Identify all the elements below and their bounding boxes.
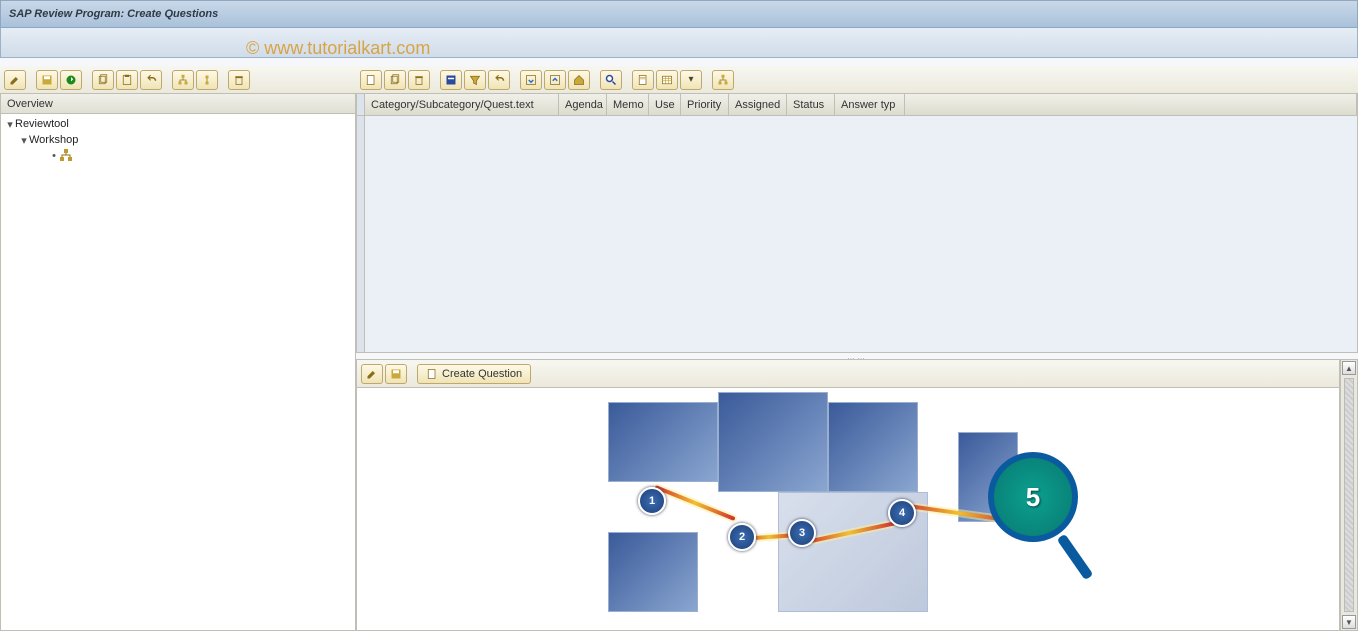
save-icon[interactable] (385, 364, 407, 384)
tree-pane: Overview ▾ Reviewtool ▾ Workshop • (0, 66, 356, 631)
save-icon[interactable] (36, 70, 58, 90)
node-5-label: 5 (1026, 482, 1040, 513)
detail-pane: ▾ Category/Subcategory/Quest.text Agenda… (356, 66, 1358, 631)
grid-header: Category/Subcategory/Quest.text Agenda M… (364, 94, 1358, 116)
window-title: SAP Review Program: Create Questions (0, 0, 1358, 28)
col-category[interactable]: Category/Subcategory/Quest.text (365, 94, 559, 115)
grid-row-header-col (356, 116, 364, 353)
copy-icon[interactable] (384, 70, 406, 90)
tree-toolbar (0, 66, 356, 94)
delete-icon[interactable] (228, 70, 250, 90)
chevron-down-icon[interactable]: ▾ (19, 134, 29, 147)
process-collage: 1 2 3 4 5 (608, 392, 1088, 622)
structure-icon[interactable] (712, 70, 734, 90)
tree-root-label: Reviewtool (15, 118, 69, 130)
title-text: SAP Review Program: Create Questions (9, 8, 218, 20)
new-doc-icon[interactable] (360, 70, 382, 90)
new-doc-icon (426, 368, 438, 380)
scroll-down-icon[interactable]: ▼ (1342, 615, 1356, 629)
refresh-icon[interactable] (60, 70, 82, 90)
process-node-4: 4 (888, 499, 916, 527)
chevron-down-icon[interactable]: ▾ (5, 118, 15, 131)
layout-grid-icon[interactable] (656, 70, 678, 90)
filter-icon[interactable] (440, 70, 462, 90)
vertical-scrollbar[interactable]: ▲ ▼ (1340, 359, 1358, 631)
undo-icon[interactable] (488, 70, 510, 90)
col-assigned[interactable]: Assigned (729, 94, 787, 115)
node-icon[interactable] (196, 70, 218, 90)
paste-icon[interactable] (116, 70, 138, 90)
tree-child-label: Workshop (29, 134, 78, 146)
col-use[interactable]: Use (649, 94, 681, 115)
hierarchy-icon[interactable] (172, 70, 194, 90)
layout-more-icon[interactable]: ▾ (680, 70, 702, 90)
path-segment (803, 521, 896, 544)
tree-header[interactable]: Overview (0, 94, 356, 114)
undo-icon[interactable] (140, 70, 162, 90)
create-question-button[interactable]: Create Question (417, 364, 531, 384)
edit-icon[interactable] (361, 364, 383, 384)
process-node-1: 1 (638, 487, 666, 515)
col-memo[interactable]: Memo (607, 94, 649, 115)
scroll-track[interactable] (1344, 378, 1354, 612)
col-status[interactable]: Status (787, 94, 835, 115)
lower-toolbar: Create Question (357, 360, 1339, 388)
create-question-label: Create Question (442, 368, 522, 380)
watermark: © www.tutorialkart.com (246, 38, 430, 59)
expand-icon[interactable] (520, 70, 542, 90)
photo-tile (608, 402, 718, 482)
tree-root[interactable]: ▾ Reviewtool (5, 116, 351, 132)
find-icon[interactable] (600, 70, 622, 90)
col-spacer (905, 94, 1357, 115)
funnel-icon[interactable] (464, 70, 486, 90)
collapse-icon[interactable] (544, 70, 566, 90)
path-segment (654, 485, 735, 521)
photo-tile (718, 392, 828, 492)
delete-icon[interactable] (408, 70, 430, 90)
photo-tile (828, 402, 918, 492)
layout-doc-icon[interactable] (632, 70, 654, 90)
edit-icon[interactable] (4, 70, 26, 90)
app-toolbar-empty (0, 28, 1358, 58)
tree-leaf[interactable]: • (5, 148, 351, 164)
illustration-area: 1 2 3 4 5 (357, 388, 1339, 630)
tree-child[interactable]: ▾ Workshop (5, 132, 351, 148)
grid-corner (356, 94, 364, 116)
col-agenda[interactable]: Agenda (559, 94, 607, 115)
copy-icon[interactable] (92, 70, 114, 90)
content-area: Overview ▾ Reviewtool ▾ Workshop • (0, 66, 1358, 631)
question-detail: Create Question (356, 359, 1340, 631)
org-unit-icon (59, 149, 73, 163)
process-node-3: 3 (788, 519, 816, 547)
tree-body: ▾ Reviewtool ▾ Workshop • (0, 114, 356, 631)
process-node-2: 2 (728, 523, 756, 551)
home-icon[interactable] (568, 70, 590, 90)
col-priority[interactable]: Priority (681, 94, 729, 115)
col-answer-typ[interactable]: Answer typ (835, 94, 905, 115)
scroll-up-icon[interactable]: ▲ (1342, 361, 1356, 375)
grid-toolbar: ▾ (356, 66, 1358, 94)
tree-header-text: Overview (7, 98, 53, 110)
lower-pane: Create Question (356, 359, 1358, 631)
grid-body[interactable] (364, 116, 1358, 353)
bullet-icon: • (49, 150, 59, 162)
magnifier-node-5: 5 (988, 452, 1078, 542)
